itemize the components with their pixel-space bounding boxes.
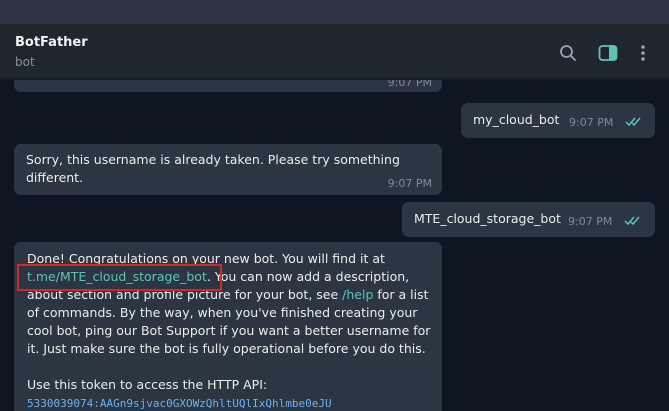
more-vertical-icon[interactable] — [632, 42, 654, 64]
message-list[interactable]: 9:07 PM my_cloud_bot 9:07 PM Sorry, this… — [0, 80, 669, 411]
chat-subtitle: bot — [15, 55, 35, 69]
token-label: Use this token to access the HTTP API: — [27, 377, 268, 392]
sidebar-toggle-icon[interactable] — [597, 42, 619, 64]
api-token[interactable]: 5330039074:AAGn9sjvac0GXOWzQhltUQlIxQhlm… — [27, 397, 332, 410]
done-line-1: Done! Congratulations on your new bot. Y… — [27, 251, 385, 266]
message-text: MTE_cloud_storage_bot — [414, 211, 561, 226]
bot-link[interactable]: t.me/MTE_cloud_storage_bot — [27, 269, 207, 284]
message-incoming[interactable]: Sorry, this username is already taken. P… — [14, 144, 442, 195]
chat-title[interactable]: BotFather — [15, 35, 88, 50]
message-time: 9:07 PM — [387, 80, 432, 89]
message-text: Done! Congratulations on your new bot. Y… — [27, 250, 432, 411]
read-ticks-icon — [624, 216, 640, 226]
message-time: 9:07 PM — [387, 177, 432, 190]
help-command-link[interactable]: /help — [342, 287, 373, 302]
message-incoming[interactable]: 9:07 PM — [14, 80, 442, 92]
message-time: 9:07 PM — [569, 116, 614, 129]
message-outgoing[interactable]: MTE_cloud_storage_bot 9:07 PM — [402, 202, 655, 237]
message-text: my_cloud_bot — [473, 112, 560, 127]
message-text: Sorry, this username is already taken. P… — [26, 152, 400, 185]
search-icon[interactable] — [557, 42, 579, 64]
read-ticks-icon — [625, 117, 641, 127]
chat-header[interactable]: BotFather bot — [0, 24, 669, 79]
message-time: 9:07 PM — [568, 215, 613, 228]
message-incoming[interactable]: Done! Congratulations on your new bot. Y… — [14, 242, 442, 411]
message-outgoing[interactable]: my_cloud_bot 9:07 PM — [461, 103, 655, 138]
window-top-strip — [0, 0, 669, 24]
